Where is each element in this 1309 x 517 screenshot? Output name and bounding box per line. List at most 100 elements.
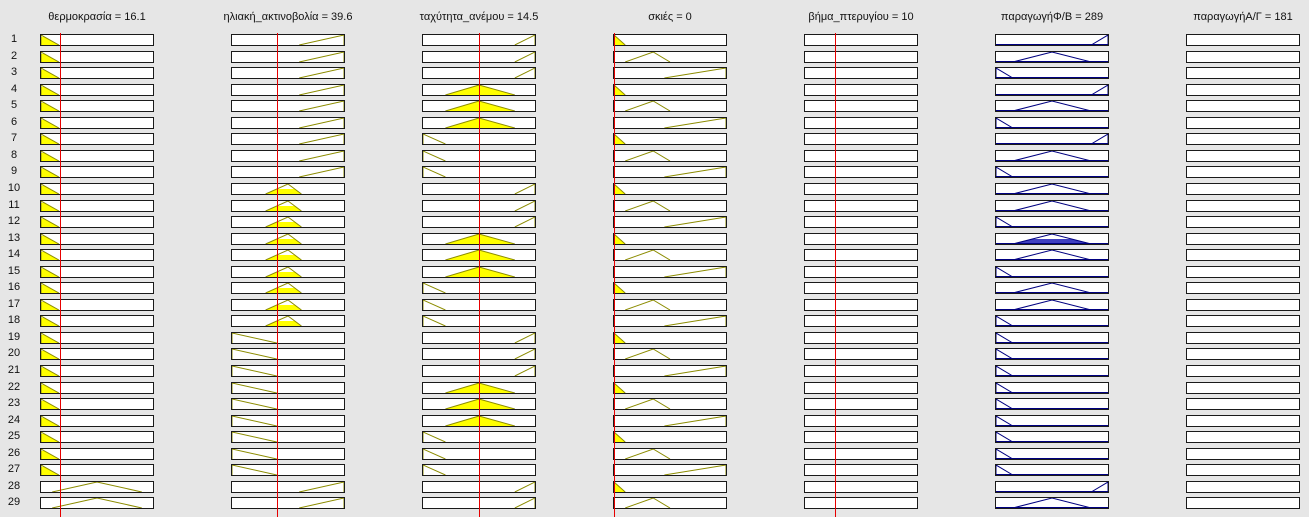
input-mf-cell[interactable] bbox=[40, 83, 154, 96]
input-mf-cell[interactable] bbox=[40, 116, 154, 129]
input-mf-cell[interactable] bbox=[40, 34, 154, 46]
input-mf-cell[interactable] bbox=[804, 480, 918, 493]
output-mf-cell[interactable] bbox=[995, 381, 1109, 394]
output-mf-cell[interactable] bbox=[1186, 116, 1300, 129]
input-mf-cell[interactable] bbox=[231, 381, 345, 394]
input-mf-cell[interactable] bbox=[613, 282, 727, 295]
input-mf-cell[interactable] bbox=[231, 414, 345, 427]
input-mf-cell[interactable] bbox=[804, 34, 918, 46]
input-mf-cell[interactable] bbox=[40, 365, 154, 377]
output-mf-cell[interactable] bbox=[995, 282, 1109, 295]
output-mf-cell[interactable] bbox=[1186, 298, 1300, 311]
input-mf-cell[interactable] bbox=[804, 133, 918, 146]
input-mf-cell[interactable] bbox=[231, 199, 345, 212]
output-mf-cell[interactable] bbox=[995, 480, 1109, 493]
rule-number[interactable]: 18 bbox=[0, 314, 28, 327]
input-mf-cell[interactable] bbox=[804, 50, 918, 63]
output-mf-cell[interactable] bbox=[995, 414, 1109, 427]
input-mf-cell[interactable] bbox=[804, 83, 918, 96]
output-mf-cell[interactable] bbox=[1186, 348, 1300, 361]
rule-number[interactable]: 17 bbox=[0, 298, 28, 311]
output-mf-cell[interactable] bbox=[1186, 199, 1300, 212]
input-mf-cell[interactable] bbox=[231, 50, 345, 63]
input-mf-cell[interactable] bbox=[231, 431, 345, 444]
input-mf-cell[interactable] bbox=[231, 182, 345, 195]
input-mf-cell[interactable] bbox=[40, 149, 154, 162]
rule-number[interactable]: 27 bbox=[0, 463, 28, 476]
input-mf-cell[interactable] bbox=[613, 298, 727, 311]
output-mf-cell[interactable] bbox=[995, 431, 1109, 444]
output-mf-cell[interactable] bbox=[1186, 331, 1300, 344]
rule-number[interactable]: 4 bbox=[0, 83, 28, 96]
input-mf-cell[interactable] bbox=[613, 50, 727, 63]
input-mf-cell[interactable] bbox=[613, 398, 727, 411]
input-mf-cell[interactable] bbox=[613, 480, 727, 493]
input-mf-cell[interactable] bbox=[40, 447, 154, 460]
output-mf-cell[interactable] bbox=[995, 133, 1109, 146]
input-mf-cell[interactable] bbox=[231, 298, 345, 311]
input-mf-cell[interactable] bbox=[804, 398, 918, 411]
input-mf-cell[interactable] bbox=[613, 381, 727, 394]
input-mf-cell[interactable] bbox=[40, 249, 154, 262]
input-mf-cell[interactable] bbox=[231, 282, 345, 295]
output-mf-cell[interactable] bbox=[995, 34, 1109, 46]
input-mf-cell[interactable] bbox=[613, 116, 727, 129]
output-mf-cell[interactable] bbox=[1186, 464, 1300, 477]
input-cursor-4[interactable] bbox=[614, 33, 615, 517]
output-mf-cell[interactable] bbox=[995, 298, 1109, 311]
input-mf-cell[interactable] bbox=[613, 34, 727, 46]
output-mf-cell[interactable] bbox=[1186, 67, 1300, 80]
input-mf-cell[interactable] bbox=[40, 315, 154, 328]
input-mf-cell[interactable] bbox=[613, 100, 727, 113]
input-mf-cell[interactable] bbox=[613, 497, 727, 510]
input-mf-cell[interactable] bbox=[804, 315, 918, 328]
input-mf-cell[interactable] bbox=[40, 464, 154, 477]
rule-number[interactable]: 20 bbox=[0, 347, 28, 360]
input-mf-cell[interactable] bbox=[40, 431, 154, 444]
input-mf-cell[interactable] bbox=[613, 216, 727, 229]
output-mf-cell[interactable] bbox=[1186, 282, 1300, 295]
output-mf-cell[interactable] bbox=[995, 232, 1109, 245]
output-mf-cell[interactable] bbox=[995, 83, 1109, 96]
output-mf-cell[interactable] bbox=[995, 166, 1109, 179]
rule-number[interactable]: 8 bbox=[0, 149, 28, 162]
input-mf-cell[interactable] bbox=[804, 100, 918, 113]
output-mf-cell[interactable] bbox=[1186, 166, 1300, 179]
input-cursor-3[interactable] bbox=[479, 33, 480, 517]
rule-number[interactable]: 16 bbox=[0, 281, 28, 294]
rule-number[interactable]: 22 bbox=[0, 381, 28, 394]
output-mf-cell[interactable] bbox=[1186, 480, 1300, 493]
input-mf-cell[interactable] bbox=[40, 348, 154, 361]
rule-number[interactable]: 24 bbox=[0, 414, 28, 427]
input-mf-cell[interactable] bbox=[40, 282, 154, 295]
input-mf-cell[interactable] bbox=[613, 315, 727, 328]
output-mf-cell[interactable] bbox=[1186, 216, 1300, 229]
input-mf-cell[interactable] bbox=[613, 365, 727, 377]
input-mf-cell[interactable] bbox=[40, 216, 154, 229]
input-mf-cell[interactable] bbox=[613, 414, 727, 427]
rule-number[interactable]: 11 bbox=[0, 199, 28, 212]
output-mf-cell[interactable] bbox=[995, 199, 1109, 212]
output-mf-cell[interactable] bbox=[1186, 381, 1300, 394]
input-mf-cell[interactable] bbox=[804, 497, 918, 510]
input-mf-cell[interactable] bbox=[231, 249, 345, 262]
input-mf-cell[interactable] bbox=[613, 83, 727, 96]
output-mf-cell[interactable] bbox=[995, 149, 1109, 162]
input-mf-cell[interactable] bbox=[231, 365, 345, 377]
output-mf-cell[interactable] bbox=[1186, 133, 1300, 146]
input-mf-cell[interactable] bbox=[613, 149, 727, 162]
input-mf-cell[interactable] bbox=[40, 381, 154, 394]
output-mf-cell[interactable] bbox=[995, 182, 1109, 195]
rule-number[interactable]: 19 bbox=[0, 331, 28, 344]
output-mf-cell[interactable] bbox=[1186, 182, 1300, 195]
output-mf-cell[interactable] bbox=[1186, 398, 1300, 411]
input-mf-cell[interactable] bbox=[231, 464, 345, 477]
rule-number[interactable]: 9 bbox=[0, 165, 28, 178]
input-mf-cell[interactable] bbox=[804, 298, 918, 311]
input-mf-cell[interactable] bbox=[613, 232, 727, 245]
output-mf-cell[interactable] bbox=[1186, 315, 1300, 328]
input-mf-cell[interactable] bbox=[804, 182, 918, 195]
output-mf-cell[interactable] bbox=[1186, 497, 1300, 510]
rule-number[interactable]: 12 bbox=[0, 215, 28, 228]
input-mf-cell[interactable] bbox=[804, 67, 918, 80]
